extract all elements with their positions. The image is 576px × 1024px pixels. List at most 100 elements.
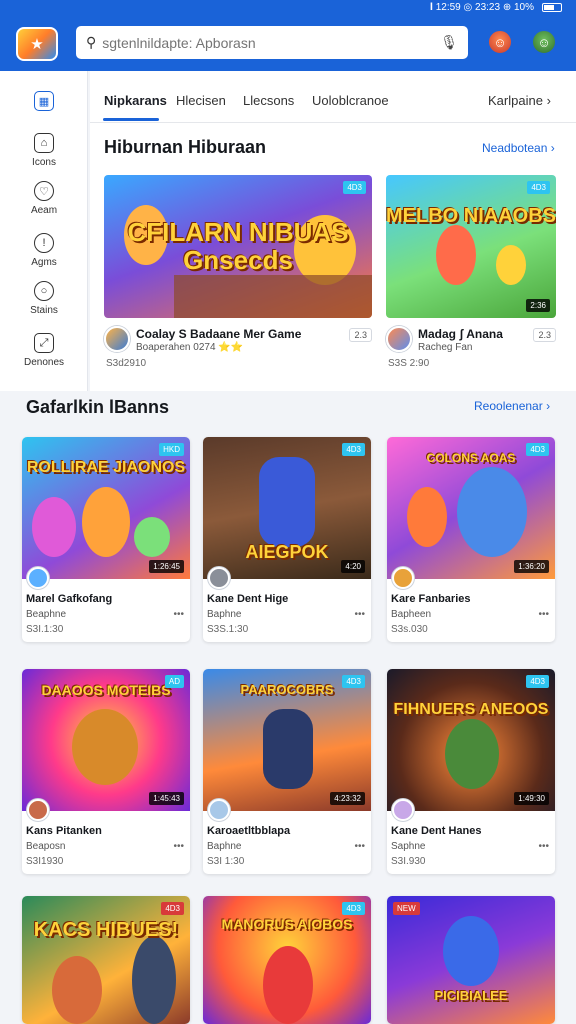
card-subtitle: Saphne [391,841,426,852]
video-thumbnail[interactable]: FIHNUERS ANEOOS 4D3 1:49:30 [387,669,555,811]
card-title[interactable]: Kare Fanbaries [391,593,470,605]
tab-more[interactable]: Karlpaine › [488,93,551,108]
main-panel: Nipkarans Hlecisen Llecsons Uoloblcranoe… [90,71,576,391]
card-views: S3s.030 [391,624,428,635]
channel-avatar[interactable] [208,567,230,589]
video-thumbnail[interactable]: PAAROCOBRS 4D3 4:23:32 [203,669,371,811]
sidebar-item-calendar[interactable]: ▦ [0,91,88,111]
channel-avatar[interactable] [392,567,414,589]
video-card[interactable]: DAAOOS MOTEIBS AD 1:45:43 Kans Pitanken … [22,669,190,874]
video-thumbnail[interactable]: PICIBIALEE NEW [387,896,555,1024]
more-options-icon[interactable]: ••• [173,841,184,852]
video-card[interactable]: AIEGPOK 4D3 4:20 Kane Dent Hige Baphne S… [203,437,371,642]
status-bar: 𝐈 12:59 ◎ 23:23 ⊕ 10% [0,0,576,14]
thumbnail-title: MELBO NIAAOBS [386,205,556,227]
video-card[interactable]: COLONS AOAS 4D3 1:36:20 Kare Fanbaries B… [387,437,555,642]
card-views: S3I1930 [26,856,64,867]
video-card[interactable]: ROLLIRAE JIAONOS HKD 1:26:45 Marel Gafko… [22,437,190,642]
featured-thumbnail[interactable]: MELBO NIAAOBS 4D3 2:36 [386,175,556,318]
card-subtitle: Boaperahen 0274 ⭐⭐ [136,342,244,353]
duration-badge: 4:20 [341,560,365,573]
more-options-icon[interactable]: ••• [354,841,365,852]
video-card[interactable]: KACS HIBUES! 4D3 [22,896,190,1024]
channel-avatar[interactable] [392,799,414,821]
tab-nipkarans[interactable]: Nipkarans [104,93,167,108]
info-icon: ! [34,233,54,253]
sidebar-item-aeam[interactable]: ♡ Aeam [0,181,88,216]
card-title[interactable]: Kans Pitanken [26,825,102,837]
card-views: S3S 2:90 [388,358,430,369]
video-thumbnail[interactable]: KACS HIBUES! 4D3 [22,896,190,1024]
more-options-icon[interactable]: ••• [538,841,549,852]
card-meta: Marel Gafkofang Beaphne S3I.1:30 ••• [22,567,190,642]
quality-badge: NEW [393,902,420,915]
search-bar[interactable]: ⚲ 🎙 [76,26,468,59]
sidebar-item-denones[interactable]: ⤢ Denones [0,333,88,368]
video-card[interactable]: FIHNUERS ANEOOS 4D3 1:49:30 Kane Dent Ha… [387,669,555,874]
search-icon: ⚲ [86,34,97,50]
video-thumbnail[interactable]: MANORUS AIOBOS 4D3 [203,896,371,1024]
video-thumbnail[interactable]: ROLLIRAE JIAONOS HKD 1:26:45 [22,437,190,579]
character-art [496,245,526,285]
card-title[interactable]: Kane Dent Hige [207,593,288,605]
card-rating-pill: 2.3 [349,328,372,342]
card-subtitle: Baphne [207,841,242,852]
grid-see-more[interactable]: Reoolenenar › [474,399,550,413]
video-card[interactable]: PICIBIALEE NEW [387,896,555,1024]
channel-avatar[interactable] [104,326,130,352]
more-options-icon[interactable]: ••• [538,609,549,620]
thumbnail-title: PICIBIALEE [434,988,508,1004]
sidebar-item-label: Agms [31,257,57,268]
card-views: S3I.930 [391,856,426,867]
profile-avatar-2[interactable]: ☺ [531,29,557,55]
featured-thumbnail[interactable]: CFILARN NIBUAS Gnsecds 4D3 [104,175,372,318]
character-art [82,487,130,557]
card-title[interactable]: Karoaetltbblapa [207,825,290,837]
character-art [32,497,76,557]
character-art [263,946,313,1024]
character-art [132,936,176,1024]
featured-card[interactable]: MELBO NIAAOBS 4D3 2:36 Madag ʃ Anana Rac… [386,175,556,369]
featured-card[interactable]: CFILARN NIBUAS Gnsecds 4D3 Coalay S Bada… [104,175,372,369]
thumbnail-title: MANORUS AIOBOS [221,915,353,932]
card-title[interactable]: Coalay S Badaane Mer Game [136,327,301,341]
quality-badge: 4D3 [343,181,366,194]
sidebar-item-stains[interactable]: ○ Stains [0,281,88,316]
card-title[interactable]: Kane Dent Hanes [391,825,481,837]
card-subtitle: Bapheen [391,609,432,620]
profile-avatar-1[interactable]: ☺ [487,29,513,55]
video-card[interactable]: PAAROCOBRS 4D3 4:23:32 Karoaetltbblapa B… [203,669,371,874]
sidebar-item-agms[interactable]: ! Agms [0,233,88,268]
tab-llecsons[interactable]: Llecsons [243,93,294,108]
sidebar-item-home[interactable]: ⌂ Icons [0,133,88,168]
video-thumbnail[interactable]: DAAOOS MOTEIBS AD 1:45:43 [22,669,190,811]
card-meta: Kans Pitanken Beaposn S3I1930 ••• [22,799,190,874]
channel-avatar[interactable] [386,326,412,352]
card-title[interactable]: Madag ʃ Anana [418,327,503,341]
sidebar-item-label: Aeam [30,205,58,216]
video-card[interactable]: MANORUS AIOBOS 4D3 [203,896,371,1024]
app-logo[interactable]: ★ [16,27,58,61]
sidebar-item-label: Icons [32,157,56,168]
tab-hlecisen[interactable]: Hlecisen [176,93,226,108]
channel-avatar[interactable] [208,799,230,821]
bell-icon: ○ [34,281,54,301]
duration-badge: 1:36:20 [514,560,549,573]
channel-avatar[interactable] [27,567,49,589]
card-title[interactable]: Marel Gafkofang [26,593,112,605]
mic-icon[interactable]: 🎙 [440,34,458,51]
thumbnail-title: ROLLIRAE JIAONOS [26,458,186,476]
search-input[interactable] [102,34,435,51]
character-art [52,956,102,1024]
tab-uoloblcranoe[interactable]: Uoloblcranoe [312,93,389,108]
video-thumbnail[interactable]: COLONS AOAS 4D3 1:36:20 [387,437,555,579]
video-thumbnail[interactable]: AIEGPOK 4D3 4:20 [203,437,371,579]
thumbnail-title: CFILARN NIBUAS Gnsecds [127,217,349,275]
quality-badge: 4D3 [342,675,365,688]
channel-avatar[interactable] [27,799,49,821]
more-options-icon[interactable]: ••• [354,609,365,620]
more-options-icon[interactable]: ••• [173,609,184,620]
featured-see-more[interactable]: Neadbotean › [482,141,555,155]
see-more-label: Reoolenenar [474,399,543,413]
card-subtitle: Baphne [207,609,242,620]
